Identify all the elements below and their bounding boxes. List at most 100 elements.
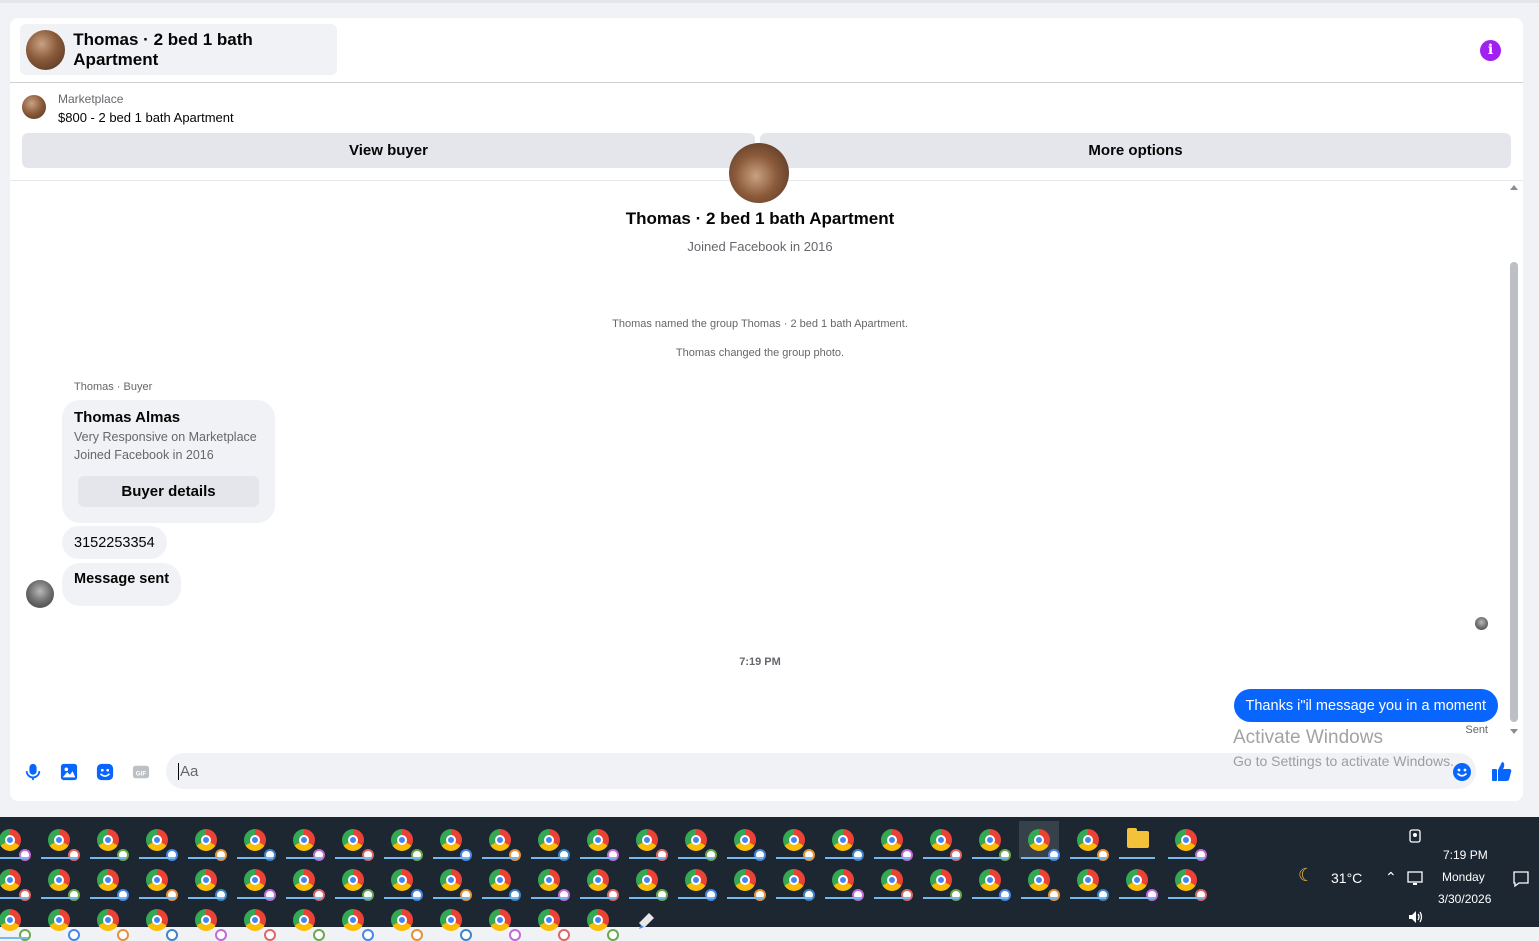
chrome-window-icon[interactable] <box>382 861 423 901</box>
chrome-window-icon[interactable] <box>921 861 962 901</box>
clock-time[interactable]: 7:19 PM <box>1443 848 1488 862</box>
marketplace-listing[interactable]: Marketplace $800 - 2 bed 1 bath Apartmen… <box>10 83 1523 133</box>
buyer-card: Thomas Almas Very Responsive on Marketpl… <box>62 400 275 523</box>
gif-icon[interactable]: GIF <box>132 763 150 781</box>
chrome-window-icon[interactable] <box>578 901 619 941</box>
chrome-window-icon[interactable] <box>0 861 31 901</box>
chrome-window-icon[interactable] <box>186 901 227 941</box>
chrome-window-icon[interactable] <box>1019 861 1060 901</box>
chrome-window-icon[interactable] <box>88 821 129 861</box>
chrome-window-icon[interactable] <box>480 861 521 901</box>
chrome-window-icon[interactable] <box>88 861 129 901</box>
satellite-app-icon[interactable] <box>627 901 667 939</box>
view-buyer-button[interactable]: View buyer <box>22 133 755 168</box>
chrome-window-icon[interactable] <box>333 821 374 861</box>
chrome-window-icon[interactable] <box>186 861 227 901</box>
scroll-up-arrow-icon[interactable] <box>1510 185 1518 190</box>
chrome-window-icon[interactable] <box>1019 821 1060 861</box>
scroll-down-arrow-icon[interactable] <box>1510 729 1518 734</box>
chrome-window-icon[interactable] <box>284 861 325 901</box>
chrome-window-icon[interactable] <box>137 861 178 901</box>
scrollbar-thumb[interactable] <box>1510 262 1518 722</box>
system-message: Thomas changed the group photo. <box>675 347 845 359</box>
top-border <box>0 0 1539 3</box>
message-bubble-incoming[interactable]: Message sent <box>62 563 182 606</box>
chrome-window-icon[interactable] <box>578 861 619 901</box>
sticker-icon[interactable] <box>96 763 114 781</box>
chrome-window-icon[interactable] <box>1166 861 1207 901</box>
chrome-window-icon[interactable] <box>480 901 521 941</box>
chrome-window-icon[interactable] <box>725 861 766 901</box>
weather-moon-icon[interactable]: ☾ <box>1298 865 1318 885</box>
image-icon[interactable] <box>60 763 78 781</box>
chrome-window-icon[interactable] <box>284 821 325 861</box>
chrome-window-icon[interactable] <box>235 861 276 901</box>
notifications-icon[interactable] <box>1512 870 1530 893</box>
microphone-icon[interactable] <box>24 763 42 781</box>
message-bubble-outgoing[interactable]: Thanks i"il message you in a moment <box>1233 689 1498 722</box>
emoji-icon[interactable] <box>1452 762 1472 782</box>
clock-date[interactable]: 3/30/2026 <box>1438 892 1491 906</box>
clock-day[interactable]: Monday <box>1442 870 1485 884</box>
chrome-window-icon[interactable] <box>823 861 864 901</box>
chrome-window-icon[interactable] <box>39 901 80 941</box>
chrome-window-icon[interactable] <box>529 901 570 941</box>
weather-temperature[interactable]: 31°C <box>1331 870 1362 886</box>
show-hidden-icons-icon[interactable]: ⌃ <box>1385 869 1397 886</box>
buyer-responsiveness: Very Responsive on Marketplace <box>74 430 257 444</box>
chrome-window-icon[interactable] <box>39 821 80 861</box>
chrome-window-icon[interactable] <box>676 821 717 861</box>
chrome-window-icon[interactable] <box>529 861 570 901</box>
chrome-window-icon[interactable] <box>382 901 423 941</box>
chrome-window-icon[interactable] <box>39 861 80 901</box>
chrome-window-icon[interactable] <box>431 821 472 861</box>
chrome-window-icon[interactable] <box>431 861 472 901</box>
network-icon[interactable] <box>1407 870 1425 891</box>
chrome-window-icon[interactable] <box>137 901 178 941</box>
chrome-window-icon[interactable] <box>627 861 668 901</box>
read-receipt-avatar <box>1475 617 1488 630</box>
chrome-window-icon[interactable] <box>921 821 962 861</box>
chrome-window-icon[interactable] <box>0 901 31 941</box>
chrome-window-icon[interactable] <box>627 821 668 861</box>
chrome-window-icon[interactable] <box>529 821 570 861</box>
like-icon[interactable] <box>1491 760 1513 782</box>
chrome-window-icon[interactable] <box>0 821 31 861</box>
chrome-window-icon[interactable] <box>1117 861 1158 901</box>
chrome-window-icon[interactable] <box>725 821 766 861</box>
chrome-window-icon[interactable] <box>872 821 913 861</box>
chrome-window-icon[interactable] <box>970 821 1011 861</box>
chrome-window-icon[interactable] <box>676 861 717 901</box>
chrome-window-icon[interactable] <box>333 901 374 941</box>
conversation-title-button[interactable]: Thomas · 2 bed 1 bath Apartment <box>20 24 337 75</box>
chrome-window-icon[interactable] <box>1068 861 1109 901</box>
chrome-window-icon[interactable] <box>88 901 129 941</box>
chrome-window-icon[interactable] <box>480 821 521 861</box>
more-options-button[interactable]: More options <box>760 133 1511 168</box>
chrome-window-icon[interactable] <box>970 861 1011 901</box>
scrollbar[interactable] <box>1510 181 1523 741</box>
chrome-window-icon[interactable] <box>1068 821 1109 861</box>
message-list[interactable]: Thomas · 2 bed 1 bath Apartment Joined F… <box>10 143 1510 741</box>
chrome-window-icon[interactable] <box>137 821 178 861</box>
chrome-window-icon[interactable] <box>235 821 276 861</box>
chrome-window-icon[interactable] <box>333 861 374 901</box>
chrome-window-icon[interactable] <box>872 861 913 901</box>
chrome-window-icon[interactable] <box>578 821 619 861</box>
chrome-window-icon[interactable] <box>186 821 227 861</box>
sender-avatar[interactable] <box>26 580 54 608</box>
file-explorer-icon[interactable] <box>1117 821 1157 859</box>
meet-now-icon[interactable] <box>1407 828 1423 844</box>
chrome-window-icon[interactable] <box>235 901 276 941</box>
chrome-window-icon[interactable] <box>431 901 472 941</box>
message-bubble-incoming[interactable]: 3152253354 <box>62 526 167 559</box>
buyer-details-button[interactable]: Buyer details <box>78 476 259 507</box>
chrome-window-icon[interactable] <box>1166 821 1207 861</box>
chrome-window-icon[interactable] <box>774 821 815 861</box>
chrome-window-icon[interactable] <box>823 821 864 861</box>
chrome-window-icon[interactable] <box>382 821 423 861</box>
buyer-joined: Joined Facebook in 2016 <box>74 448 214 462</box>
chrome-window-icon[interactable] <box>774 861 815 901</box>
info-icon[interactable]: i <box>1480 40 1501 61</box>
chrome-window-icon[interactable] <box>284 901 325 941</box>
